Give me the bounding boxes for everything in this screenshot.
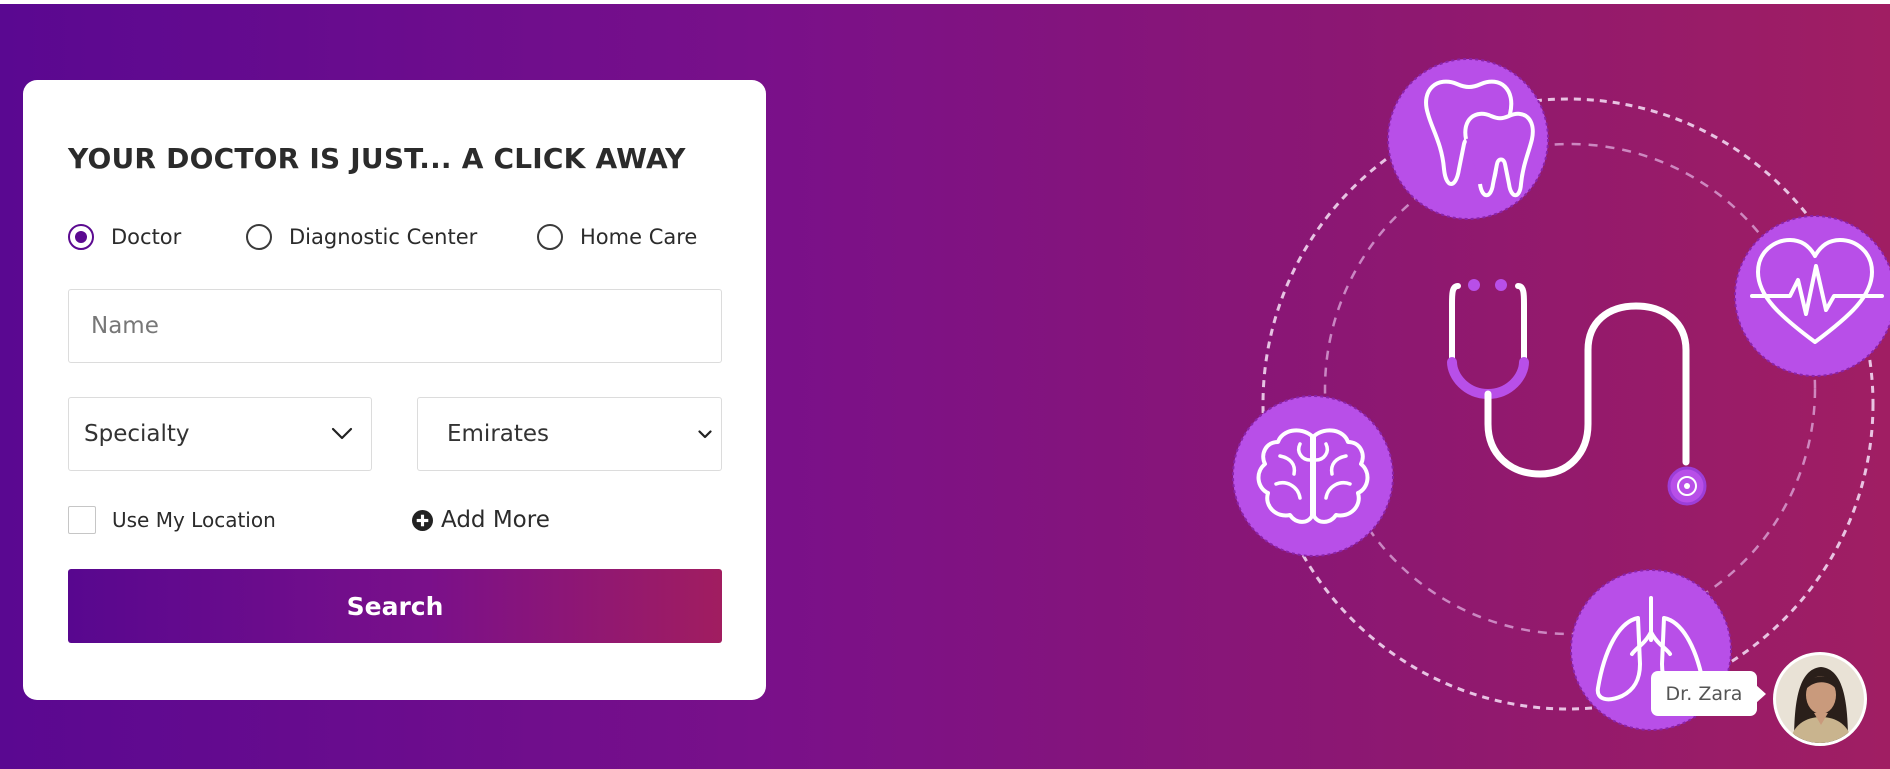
hero-banner: YOUR DOCTOR IS JUST... A CLICK AWAY Doct… <box>0 4 1890 769</box>
inner-dashed-ring <box>1323 142 1817 636</box>
medical-illustration <box>1232 58 1890 731</box>
avatar[interactable] <box>1773 652 1867 746</box>
heart-pulse-icon <box>1734 215 1890 377</box>
tooth-icon <box>1387 58 1549 220</box>
outer-dashed-ring <box>1261 97 1875 711</box>
chat-assistant-tooltip[interactable]: Dr. Zara <box>1651 671 1766 716</box>
stethoscope-icon <box>1447 279 1707 506</box>
doctor-avatar-image <box>1776 655 1864 743</box>
brain-icon <box>1232 395 1394 557</box>
